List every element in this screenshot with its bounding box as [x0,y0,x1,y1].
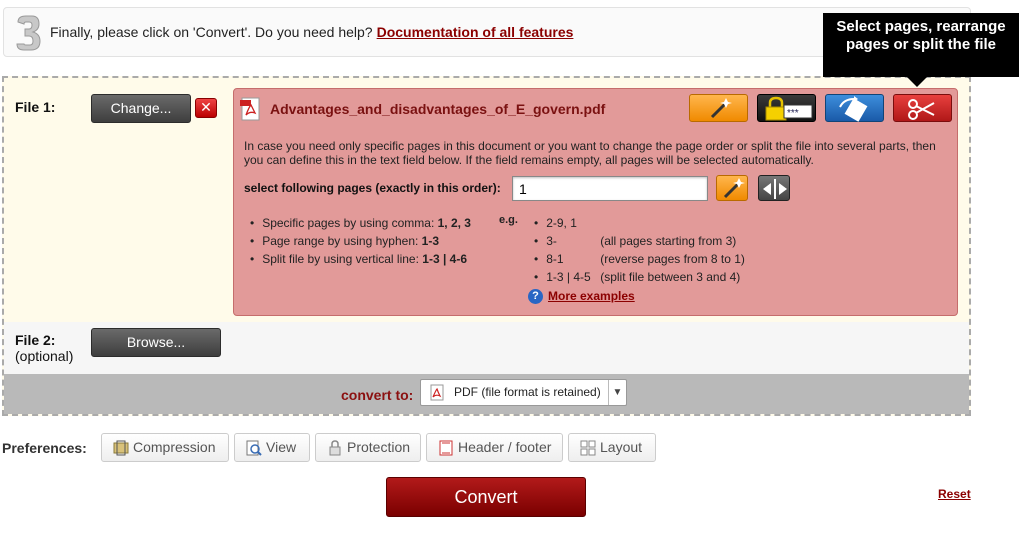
browse-button[interactable]: Browse... [91,328,221,357]
pref-header-footer-button[interactable]: Header / footer [426,433,563,462]
example-item: 8-1(reverse pages from 8 to 1) [534,250,745,268]
pref-view-button[interactable]: View [234,433,310,462]
step-number-icon [16,15,41,51]
example-item: 3-(all pages starting from 3) [534,232,745,250]
view-icon [246,440,262,456]
reset-link[interactable]: Reset [938,487,971,501]
rotate-icon [839,96,868,122]
layout-icon [580,440,596,456]
chevron-down-icon: ▼ [608,380,626,405]
lock-icon: *** [765,96,813,121]
file1-label: File 1: [15,99,56,115]
help-icon: ? [528,289,543,305]
pages-wand-button[interactable] [716,175,748,201]
file1-options: Advantages_and_disadvantages_of_E_govern… [233,88,958,316]
file1-row: File 1: Change... ✕ Advantages_and_disad… [4,78,969,322]
split-arrows-icon [763,179,787,199]
auto-tool-button[interactable] [689,94,748,122]
split-tool-button[interactable] [893,94,952,122]
pref-layout-button[interactable]: Layout [568,433,656,462]
convert-to-label: convert to: [341,387,414,403]
format-select[interactable]: PDF (file format is retained) ▼ [420,379,627,406]
change-file-button[interactable]: Change... [91,94,191,123]
wand-icon [710,98,732,119]
more-examples: ? More examples [528,289,635,305]
help-item: Page range by using hyphen: 1-3 [250,232,471,250]
pref-compression-button[interactable]: Compression [101,433,229,462]
svg-text:***: *** [787,108,799,119]
step-instruction: Finally, please click on 'Convert'. Do y… [50,24,573,40]
close-icon: ✕ [200,99,212,115]
file-panel: File 1: Change... ✕ Advantages_and_disad… [2,76,971,416]
page-syntax-help: Specific pages by using comma: 1, 2, 3 P… [250,214,471,268]
file2-label: File 2: (optional) [15,332,74,364]
eg-label: e.g. [499,214,518,226]
pdf-file-icon [240,97,260,121]
pages-field-label: select following pages (exactly in this … [244,181,501,195]
file2-row: File 2: (optional) Browse... [4,322,969,374]
pages-input[interactable] [512,176,708,201]
convert-to-bar: convert to: PDF (file format is retained… [4,374,969,414]
split-tooltip: Select pages, rearrange pages or split t… [823,13,1019,87]
rotate-tool-button[interactable] [825,94,884,122]
documentation-link[interactable]: Documentation of all features [377,24,574,40]
pref-protection-button[interactable]: Protection [315,433,421,462]
help-item: Specific pages by using comma: 1, 2, 3 [250,214,471,232]
more-examples-link[interactable]: More examples [548,289,635,303]
lock-icon [329,440,341,456]
remove-file-button[interactable]: ✕ [195,98,217,118]
optional-label: (optional) [15,348,74,364]
format-selected: PDF (file format is retained) [454,385,601,399]
wand-icon [723,178,745,199]
convert-button[interactable]: Convert [386,477,586,517]
scissors-icon [908,99,935,120]
header-footer-icon [439,440,453,456]
example-item: 2-9, 1 [534,214,745,232]
page-examples: 2-9, 1 3-(all pages starting from 3) 8-1… [534,214,745,286]
compression-icon [113,440,129,456]
protect-tool-button[interactable]: *** [757,94,816,122]
preferences-label: Preferences: [2,440,87,456]
file-name: Advantages_and_disadvantages_of_E_govern… [270,101,606,117]
step-text: Finally, please click on 'Convert'. Do y… [50,24,373,40]
example-item: 1-3 | 4-5(split file between 3 and 4) [534,268,745,286]
page-selection-info: In case you need only specific pages in … [244,139,936,167]
pdf-file-icon [430,384,444,401]
help-item: Split file by using vertical line: 1-3 |… [250,250,471,268]
pages-split-button[interactable] [758,175,790,201]
